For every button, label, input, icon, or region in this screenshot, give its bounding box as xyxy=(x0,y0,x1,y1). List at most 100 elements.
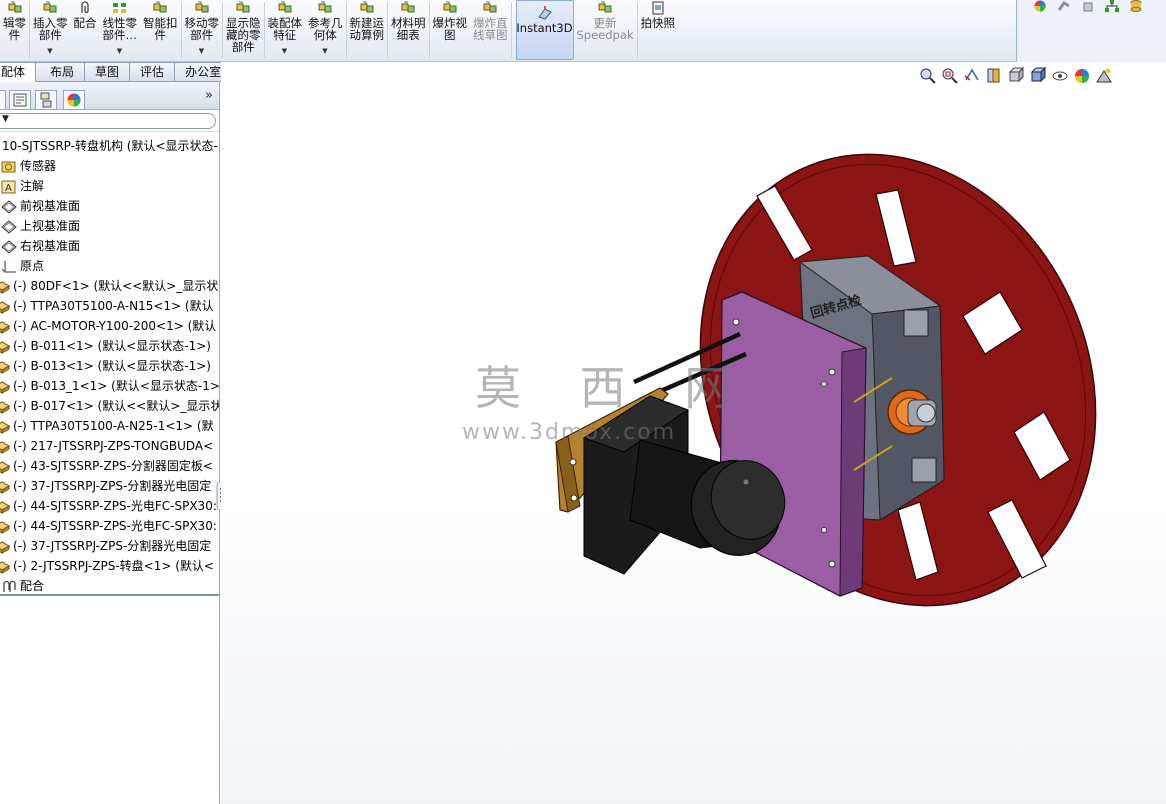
feature-manager-panel: » ▼ 10-SJTSSRP-转盘机构 (默认<显示状态- 传感器 A 注解前视基准… xyxy=(0,82,225,804)
ribbon-button-update-speedpak[interactable]: 更新 Speedpak xyxy=(574,0,637,60)
tree-item[interactable]: (-) TTPA30T5100-A-N25-1<1> (默 xyxy=(0,416,219,436)
tree-rollback-bar[interactable] xyxy=(0,594,219,596)
part-icon xyxy=(0,480,10,494)
ribbon-button-label: 插入零 部件 xyxy=(33,16,68,42)
tab-1[interactable]: 布局 xyxy=(36,62,86,82)
part-icon xyxy=(0,440,10,454)
tree-item-label: (-) 44-SJTSSRP-ZPS-光电FC-SPX30: xyxy=(13,519,217,533)
tree-item[interactable]: (-) 2-JTSSRPJ-ZPS-转盘<1> (默认< xyxy=(0,556,219,576)
dropdown-arrow-icon[interactable]: ▼ xyxy=(322,45,327,57)
assembly-model[interactable]: 回转点检 xyxy=(221,62,1166,804)
tree-item[interactable]: 右视基准面 xyxy=(0,236,219,256)
ribbon-button-reference-geometry[interactable]: 参考几 何体 ▼ xyxy=(305,0,346,60)
database-icon[interactable] xyxy=(1129,0,1143,12)
ribbon-button-edit-component[interactable]: 辑零 件 xyxy=(0,0,29,60)
plane-icon xyxy=(1,239,17,254)
tree-item[interactable]: (-) 44-SJTSSRP-ZPS-光电FC-SPX30: xyxy=(0,516,219,536)
tree-item-label: 前视基准面 xyxy=(20,199,81,213)
ribbon-button-assembly-features[interactable]: 装配体 特征 ▼ xyxy=(265,0,306,60)
tree-item-label: 上视基准面 xyxy=(20,219,81,233)
panel-tab-strip: » xyxy=(0,82,219,110)
part-icon xyxy=(0,320,10,334)
insert-component-icon xyxy=(43,1,57,13)
ribbon-button-label: 移动零 部件 xyxy=(184,16,220,42)
ribbon-button-bom[interactable]: 材料明 细表 xyxy=(388,0,429,60)
ribbon-button-new-motion-study[interactable]: 新建运 动算例 xyxy=(347,0,388,60)
tree-item[interactable]: A 注解 xyxy=(0,176,219,196)
snapshot-icon xyxy=(652,1,664,15)
tree-item[interactable]: (-) 217-JTSSRPJ-ZPS-TONGBUDA< xyxy=(0,436,219,456)
part-icon xyxy=(0,560,10,574)
filter-dropdown-icon[interactable]: ▼ xyxy=(2,114,9,124)
tree-root-assembly[interactable]: 10-SJTSSRP-转盘机构 (默认<显示状态- xyxy=(0,136,219,156)
dropdown-arrow-icon[interactable]: ▼ xyxy=(47,45,52,57)
speedpak-icon xyxy=(598,1,612,13)
ribbon-button-mate[interactable]: 配合 xyxy=(71,0,100,60)
dropdown-arrow-icon[interactable]: ▼ xyxy=(282,45,287,57)
tab-0[interactable]: 配体 xyxy=(0,62,37,82)
tree-item[interactable]: 配合 xyxy=(0,576,219,596)
part-icon xyxy=(0,420,10,434)
feature-tree: 10-SJTSSRP-转盘机构 (默认<显示状态- 传感器 A 注解前视基准面上视基… xyxy=(0,136,219,596)
tree-item[interactable]: (-) 80DF<1> (默认<<默认>_显示状 xyxy=(0,276,219,296)
tab-2[interactable]: 草图 xyxy=(85,62,131,82)
ribbon-separator xyxy=(510,2,512,58)
tree-item[interactable]: (-) AC-MOTOR-Y100-200<1> (默认 xyxy=(0,316,219,336)
part-icon xyxy=(0,380,10,394)
dropdown-arrow-icon[interactable]: ▼ xyxy=(117,45,122,57)
tree-item-label: (-) 37-JTSSRPJ-ZPS-分割器光电固定 xyxy=(13,539,212,553)
tree-item-label: 配合 xyxy=(20,579,45,593)
tree-filter-input[interactable] xyxy=(0,113,216,129)
ribbon-button-label: 智能扣 件 xyxy=(143,16,178,42)
ribbon-mini-toolbar xyxy=(1017,0,1166,62)
ribbon-button-linear-pattern[interactable]: 线性零 部件… ▼ xyxy=(100,0,141,60)
tree-item-label: (-) B-017<1> (默认<<默认>_显示状 xyxy=(13,399,219,413)
tab-3[interactable]: 评估 xyxy=(130,62,176,82)
tree-item[interactable]: (-) 37-JTSSRPJ-ZPS-分割器光电固定 xyxy=(0,476,219,496)
ribbon-button-show-hidden[interactable]: 显示隐 藏的零 部件 xyxy=(223,0,264,60)
ribbon-button-label: 材料明 细表 xyxy=(391,16,426,42)
tree-item[interactable]: (-) TTPA30T5100-A-N15<1> (默认 xyxy=(0,296,219,316)
dropdown-arrow-icon[interactable]: ▼ xyxy=(199,45,204,57)
tree-structure-icon[interactable] xyxy=(1105,0,1119,12)
ribbon-button-smart-fasteners[interactable]: 智能扣 件 xyxy=(140,0,181,60)
tree-item[interactable]: (-) B-013_1<1> (默认<显示状态-1> xyxy=(0,376,219,396)
ribbon-button-exploded-view[interactable]: 爆炸视 图 xyxy=(430,0,471,60)
ribbon-button-move-component[interactable]: 移动零 部件 ▼ xyxy=(182,0,223,60)
tree-item[interactable]: (-) B-013<1> (默认<显示状态-1>) xyxy=(0,356,219,376)
tree-filter: ▼ xyxy=(0,110,219,132)
instant3d-icon xyxy=(537,6,552,20)
tree-item-label: (-) 37-JTSSRPJ-ZPS-分割器光电固定 xyxy=(13,479,212,493)
paperclip-mate-icon xyxy=(81,1,89,14)
mates-icon xyxy=(3,580,16,592)
ribbon-button-insert-components[interactable]: 插入零 部件 ▼ xyxy=(30,0,71,60)
command-manager-ribbon: 辑零 件插入零 部件 ▼ 配合 线性零 部件… ▼ 智能扣 件移动零 部件 ▼ 显示隐 藏的零… xyxy=(0,0,1166,62)
ribbon-button-label: 辑零 件 xyxy=(3,16,26,42)
plane-icon xyxy=(1,199,17,214)
expand-panel-chevron-icon[interactable]: » xyxy=(205,88,213,103)
property-manager-tab[interactable] xyxy=(9,90,31,110)
part-icon xyxy=(0,520,10,534)
ribbon-button-explode-line-sketch[interactable]: 爆炸直 线草图 xyxy=(470,0,511,60)
ribbon-button-instant3d[interactable]: Instant3D xyxy=(515,0,574,60)
cube-icon[interactable] xyxy=(1081,0,1095,12)
tree-item[interactable]: (-) 44-SJTSSRP-ZPS-光电FC-SPX30: xyxy=(0,496,219,516)
part-icon xyxy=(0,460,10,474)
tree-item[interactable]: 传感器 xyxy=(0,156,219,176)
tree-item[interactable]: (-) B-011<1> (默认<显示状态-1>) xyxy=(0,336,219,356)
feature-manager-tab[interactable] xyxy=(0,90,6,110)
reference-geometry-icon xyxy=(318,1,332,13)
explode-line-icon xyxy=(483,1,497,13)
tree-item[interactable]: (-) 37-JTSSRPJ-ZPS-分割器光电固定 xyxy=(0,536,219,556)
configuration-manager-tab[interactable] xyxy=(35,90,57,110)
display-manager-tab[interactable] xyxy=(63,90,85,110)
tree-item-label: 注解 xyxy=(20,179,45,193)
tree-item[interactable]: 前视基准面 xyxy=(0,196,219,216)
tree-item[interactable]: 原点 xyxy=(0,256,219,276)
tree-item[interactable]: 上视基准面 xyxy=(0,216,219,236)
tree-item[interactable]: (-) 43-SJTSSRP-ZPS-分割器固定板< xyxy=(0,456,219,476)
pipe-icon[interactable] xyxy=(1057,0,1071,12)
tree-item[interactable]: (-) B-017<1> (默认<<默认>_显示状 xyxy=(0,396,219,416)
ribbon-button-snapshot[interactable]: 拍快照 xyxy=(638,0,679,60)
appearance-icon[interactable] xyxy=(1033,0,1047,12)
